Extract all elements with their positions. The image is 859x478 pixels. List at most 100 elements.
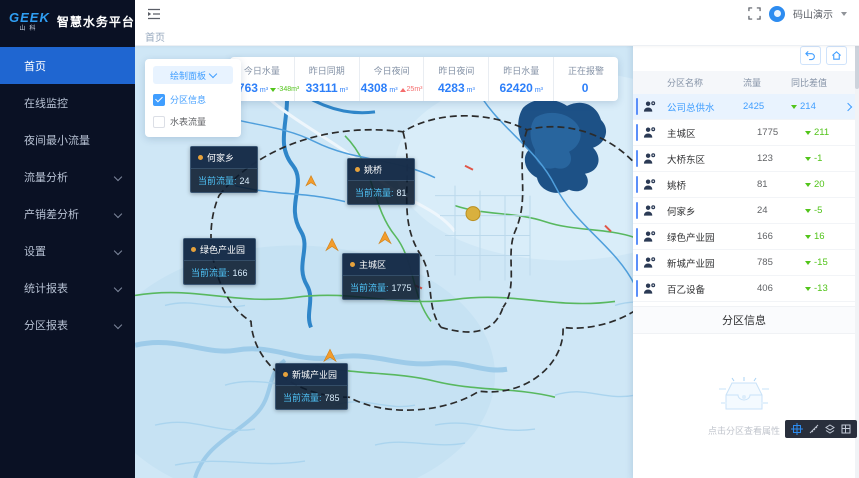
sidebar-menu-item-label: 首页 bbox=[24, 58, 46, 74]
stat-label: 昨日同期 bbox=[309, 64, 345, 77]
partition-diff: 20 bbox=[805, 179, 855, 190]
table-row[interactable]: 大桥东区 123 -1 bbox=[633, 146, 855, 172]
breadcrumb: 首页 bbox=[135, 27, 859, 46]
partition-flow: 123 bbox=[757, 153, 805, 164]
partition-diff: -5 bbox=[805, 205, 855, 216]
draw-panel-button-label: 绘制面板 bbox=[170, 69, 206, 82]
topbar: 码山演示 bbox=[135, 0, 859, 27]
brand-logo: GEEK 山科 智慧水务平台 bbox=[0, 0, 135, 42]
sidebar-menu-item-label: 分区报表 bbox=[24, 317, 68, 333]
stat-unit: m³ bbox=[340, 87, 348, 94]
flow-field-label: 当前流量: bbox=[355, 188, 394, 198]
empty-state-text: 点击分区查看属性 bbox=[708, 424, 780, 437]
partition-name: 何家乡 bbox=[207, 151, 234, 164]
chevron-down-icon bbox=[114, 247, 122, 255]
partition-diff-value: -15 bbox=[814, 257, 828, 268]
sidebar: GEEK 山科 智慧水务平台 首页 在线监控 夜间最小流量 流量分析 bbox=[0, 0, 135, 478]
flow-value: 166 bbox=[233, 268, 248, 278]
satellite-icon[interactable] bbox=[841, 424, 851, 434]
stat-unit: m³ bbox=[389, 87, 397, 94]
partition-name: 公司总供水 bbox=[667, 100, 743, 114]
sidebar-menu-item[interactable]: 夜间最小流量 bbox=[0, 121, 135, 158]
layer-options: 分区信息 水表流量 bbox=[153, 93, 233, 128]
layer-option[interactable]: 分区信息 bbox=[153, 93, 233, 106]
sidebar-menu-item[interactable]: 分区报表 bbox=[0, 306, 135, 343]
partition-map-label[interactable]: 姚桥 当前流量:81 bbox=[347, 158, 415, 205]
table-row[interactable]: 公司总供水 2425 214 bbox=[633, 94, 855, 120]
partition-diff: 211 bbox=[805, 127, 855, 138]
back-button[interactable] bbox=[800, 46, 821, 65]
flow-field-label: 当前流量: bbox=[283, 393, 322, 403]
arrow-down-icon bbox=[805, 261, 811, 265]
layer-checkbox[interactable] bbox=[153, 94, 165, 106]
stat-cell: 昨日水量 62420 m³ bbox=[489, 57, 554, 101]
sidebar-menu-item[interactable]: 设置 bbox=[0, 232, 135, 269]
main-content: 码山演示 首页 bbox=[135, 0, 859, 478]
user-menu-caret-icon[interactable] bbox=[841, 12, 847, 16]
table-row[interactable]: 新城产业园 785 -15 bbox=[633, 250, 855, 276]
sidebar-menu-item-label: 产销差分析 bbox=[24, 206, 79, 222]
partition-flow: 166 bbox=[757, 231, 805, 242]
stat-delta-value: 25m³ bbox=[407, 86, 423, 93]
partition-flow: 24 bbox=[757, 205, 805, 216]
sidebar-collapse-icon[interactable] bbox=[147, 8, 161, 20]
layers-icon[interactable] bbox=[825, 424, 835, 434]
sidebar-menu-item[interactable]: 统计报表 bbox=[0, 269, 135, 306]
layer-checkbox[interactable] bbox=[153, 116, 165, 128]
ruler-icon[interactable] bbox=[809, 424, 819, 434]
avatar[interactable] bbox=[769, 6, 785, 22]
layer-option[interactable]: 水表流量 bbox=[153, 115, 233, 128]
partition-diff: -1 bbox=[805, 153, 855, 164]
measure-crosshair-icon[interactable] bbox=[791, 423, 803, 435]
table-row[interactable]: 何家乡 24 -5 bbox=[633, 198, 855, 224]
scrollbar[interactable] bbox=[855, 9, 859, 478]
sidebar-menu-item[interactable]: 在线监控 bbox=[0, 84, 135, 121]
partition-diff: 16 bbox=[805, 231, 855, 242]
stat-cell: 今日夜间 4308 m³ 25m³ bbox=[360, 57, 425, 101]
sidebar-menu-item-label: 统计报表 bbox=[24, 280, 68, 296]
sidebar-menu-item[interactable]: 流量分析 bbox=[0, 158, 135, 195]
partition-name: 主城区 bbox=[667, 126, 757, 140]
partition-name: 姚桥 bbox=[364, 163, 382, 176]
stat-label: 今日夜间 bbox=[374, 64, 410, 77]
partition-map-label[interactable]: 主城区 当前流量:1775 bbox=[342, 253, 420, 300]
chevron-down-icon bbox=[114, 321, 122, 329]
chevron-down-icon bbox=[114, 173, 122, 181]
partition-diff-value: 16 bbox=[814, 231, 825, 242]
username[interactable]: 码山演示 bbox=[793, 6, 833, 21]
stat-label: 昨日夜间 bbox=[438, 64, 474, 77]
arrow-down-icon bbox=[805, 287, 811, 291]
partition-map-label[interactable]: 绿色产业园 当前流量:166 bbox=[183, 238, 256, 285]
partition-name: 新城产业园 bbox=[667, 256, 757, 270]
partition-name: 大桥东区 bbox=[667, 152, 757, 166]
empty-state: 点击分区查看属性 bbox=[633, 334, 855, 478]
flow-value: 1775 bbox=[392, 283, 412, 293]
brand-logo-subtext: 山科 bbox=[19, 26, 39, 32]
partition-map-label[interactable]: 何家乡 当前流量:24 bbox=[190, 146, 258, 193]
partition-user-icon bbox=[643, 100, 667, 113]
partition-flow: 406 bbox=[757, 283, 805, 294]
partition-user-icon bbox=[643, 152, 667, 165]
draw-panel-button[interactable]: 绘制面板 bbox=[153, 66, 233, 84]
sidebar-menu-item[interactable]: 产销差分析 bbox=[0, 195, 135, 232]
sidebar-menu-item-label: 在线监控 bbox=[24, 95, 68, 111]
partition-name: 绿色产业园 bbox=[667, 230, 757, 244]
fullscreen-icon[interactable] bbox=[748, 7, 761, 20]
arrow-down-icon bbox=[805, 235, 811, 239]
table-row[interactable]: 百乙设备 406 -13 bbox=[633, 276, 855, 302]
stat-value: 4283 bbox=[438, 81, 465, 95]
sidebar-menu-item[interactable]: 首页 bbox=[0, 47, 135, 84]
home-button[interactable] bbox=[826, 46, 847, 65]
table-row[interactable]: 绿色产业园 166 16 bbox=[633, 224, 855, 250]
stat-delta: 25m³ bbox=[400, 86, 423, 93]
partition-map-label[interactable]: 新城产业园 当前流量:785 bbox=[275, 363, 348, 410]
marker-dot-icon bbox=[350, 262, 355, 267]
breadcrumb-item[interactable]: 首页 bbox=[145, 29, 165, 44]
brand-logo-icon: GEEK 山科 bbox=[9, 11, 50, 32]
chevron-down-icon bbox=[209, 70, 217, 78]
table-row[interactable]: 姚桥 81 20 bbox=[633, 172, 855, 198]
table-row[interactable]: 主城区 1775 211 bbox=[633, 120, 855, 146]
layer-option-label: 水表流量 bbox=[170, 115, 206, 128]
marker-dot-icon bbox=[355, 167, 360, 172]
marker-dot-icon bbox=[283, 372, 288, 377]
